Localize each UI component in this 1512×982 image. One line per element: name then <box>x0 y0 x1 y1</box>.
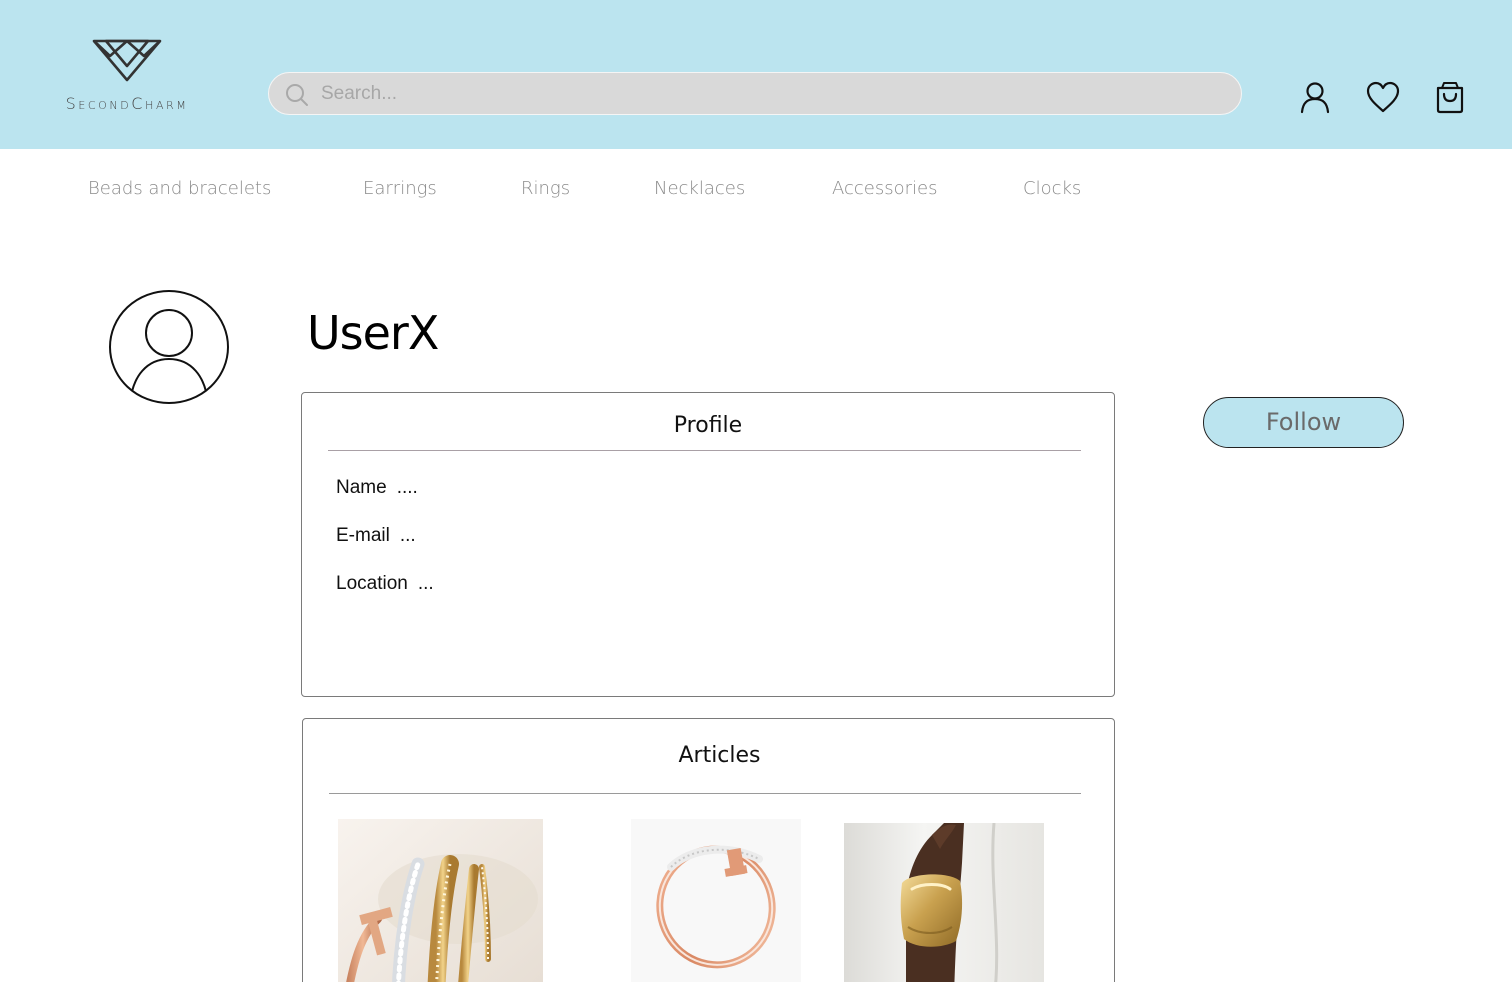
search-bar[interactable] <box>268 72 1242 115</box>
follow-button[interactable]: Follow <box>1203 397 1404 448</box>
article-image-stacked-rings[interactable] <box>338 819 543 982</box>
profile-field-location: Location... <box>336 573 434 595</box>
profile-field-name: Name.... <box>336 477 418 499</box>
nav-item-clocks[interactable]: Clocks <box>1023 178 1081 199</box>
shopping-bag-icon[interactable] <box>1433 80 1467 114</box>
field-value: .... <box>396 477 418 498</box>
user-account-icon[interactable] <box>1298 80 1332 114</box>
profile-card-title: Profile <box>673 413 743 438</box>
articles-card-title: Articles <box>678 743 761 768</box>
profile-field-email: E-mail... <box>336 525 416 547</box>
articles-divider <box>329 793 1081 794</box>
profile-username: UserX <box>307 306 439 360</box>
avatar <box>108 289 230 405</box>
brand-logo[interactable]: SecondCharm <box>56 36 198 116</box>
profile-divider <box>328 450 1081 451</box>
brand-name: SecondCharm <box>65 94 189 113</box>
field-value: ... <box>417 573 434 594</box>
article-image-gold-cuff[interactable] <box>844 823 1044 982</box>
field-label: Name <box>336 477 387 498</box>
articles-card: Articles <box>302 718 1115 982</box>
nav-item-beads-bracelets[interactable]: Beads and bracelets <box>88 178 271 199</box>
nav-item-earrings[interactable]: Earrings <box>363 178 437 199</box>
field-label: E-mail <box>336 525 390 546</box>
field-label: Location <box>336 573 408 594</box>
nav-item-rings[interactable]: Rings <box>521 178 570 199</box>
search-input[interactable] <box>321 81 1201 107</box>
nav-item-accessories[interactable]: Accessories <box>832 178 938 199</box>
nav-item-necklaces[interactable]: Necklaces <box>654 178 745 199</box>
profile-card: Profile Name.... E-mail... Location... <box>301 392 1115 697</box>
wishlist-heart-icon[interactable] <box>1365 80 1401 114</box>
field-value: ... <box>399 525 416 546</box>
site-header: SecondCharm <box>0 0 1512 149</box>
category-nav: Beads and bracelets Earrings Rings Neckl… <box>0 172 1512 212</box>
diamond-logo-icon <box>92 39 162 82</box>
search-icon <box>286 84 308 106</box>
user-avatar-icon <box>109 290 229 404</box>
article-image-rose-gold-bracelet[interactable] <box>631 819 801 982</box>
